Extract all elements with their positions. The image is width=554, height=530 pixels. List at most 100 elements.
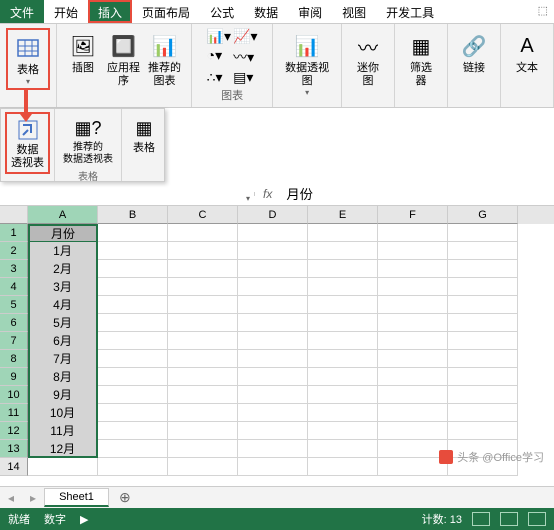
sparklines-button[interactable]: 〰 迷你图: [348, 28, 388, 90]
pivot-chart-button[interactable]: 📊 数据透视图 ▾: [279, 28, 335, 99]
cell[interactable]: [448, 296, 518, 314]
cell[interactable]: [448, 386, 518, 404]
cell[interactable]: 3月: [28, 278, 98, 296]
page-layout-view-button[interactable]: [500, 512, 518, 526]
row-header[interactable]: 8: [0, 350, 28, 368]
cell[interactable]: [308, 224, 378, 242]
row-header[interactable]: 3: [0, 260, 28, 278]
cell[interactable]: [98, 224, 168, 242]
cell[interactable]: [168, 296, 238, 314]
tab-home[interactable]: 开始: [44, 0, 88, 23]
col-header-f[interactable]: F: [378, 206, 448, 224]
cell[interactable]: [238, 404, 308, 422]
cell[interactable]: [448, 314, 518, 332]
sheet-nav-next[interactable]: ▸: [22, 491, 44, 505]
cell[interactable]: [448, 242, 518, 260]
row-header[interactable]: 7: [0, 332, 28, 350]
pictures-button[interactable]: 🖼 插图: [63, 28, 103, 90]
apps-button[interactable]: 🔲 应用程 序: [103, 28, 144, 90]
cell[interactable]: [168, 350, 238, 368]
cell[interactable]: [378, 278, 448, 296]
cell[interactable]: 10月: [28, 404, 98, 422]
cell[interactable]: [238, 368, 308, 386]
cell[interactable]: [168, 224, 238, 242]
cell[interactable]: [238, 260, 308, 278]
bar-chart-icon[interactable]: 📊▾: [207, 28, 231, 45]
tables-button[interactable]: 表格 ▾: [6, 28, 50, 90]
scatter-chart-icon[interactable]: ∴▾: [207, 69, 231, 86]
page-break-view-button[interactable]: [528, 512, 546, 526]
cell[interactable]: [98, 278, 168, 296]
tab-file[interactable]: 文件: [0, 0, 44, 23]
row-header[interactable]: 2: [0, 242, 28, 260]
col-header-c[interactable]: C: [168, 206, 238, 224]
sheet-tab[interactable]: Sheet1: [44, 488, 109, 507]
cell[interactable]: [238, 332, 308, 350]
cell[interactable]: [168, 260, 238, 278]
cell[interactable]: [308, 386, 378, 404]
row-header[interactable]: 4: [0, 278, 28, 296]
cell[interactable]: 11月: [28, 422, 98, 440]
cell[interactable]: [448, 224, 518, 242]
cell[interactable]: [98, 386, 168, 404]
cell[interactable]: [308, 368, 378, 386]
cell[interactable]: [308, 296, 378, 314]
cell[interactable]: [378, 350, 448, 368]
select-all-corner[interactable]: [0, 206, 28, 224]
cell[interactable]: [308, 260, 378, 278]
cell[interactable]: [238, 386, 308, 404]
cell[interactable]: [238, 242, 308, 260]
cell[interactable]: [378, 422, 448, 440]
cell[interactable]: [378, 296, 448, 314]
col-header-e[interactable]: E: [308, 206, 378, 224]
row-header[interactable]: 9: [0, 368, 28, 386]
cell[interactable]: [378, 314, 448, 332]
area-chart-icon[interactable]: 〰▾: [233, 47, 257, 67]
line-chart-icon[interactable]: 📈▾: [233, 28, 257, 45]
row-header[interactable]: 1: [0, 224, 28, 242]
cell[interactable]: [98, 404, 168, 422]
sheet-nav-prev[interactable]: ◂: [0, 491, 22, 505]
row-header[interactable]: 14: [0, 458, 28, 476]
cell[interactable]: [448, 332, 518, 350]
cell[interactable]: [168, 386, 238, 404]
cell[interactable]: [308, 278, 378, 296]
cell[interactable]: [308, 332, 378, 350]
row-header[interactable]: 13: [0, 440, 28, 458]
cell[interactable]: [168, 368, 238, 386]
cell[interactable]: 月份: [28, 224, 98, 242]
record-macro-icon[interactable]: ▶: [80, 513, 88, 526]
cell[interactable]: [168, 242, 238, 260]
text-button[interactable]: A 文本: [507, 28, 547, 77]
cell[interactable]: [98, 314, 168, 332]
cell[interactable]: 6月: [28, 332, 98, 350]
cell[interactable]: 12月: [28, 440, 98, 458]
tab-view[interactable]: 视图: [332, 0, 376, 23]
cell[interactable]: [98, 332, 168, 350]
cell[interactable]: 7月: [28, 350, 98, 368]
cell[interactable]: 1月: [28, 242, 98, 260]
cell[interactable]: [168, 332, 238, 350]
cell[interactable]: [98, 296, 168, 314]
tab-formula[interactable]: 公式: [200, 0, 244, 23]
cell[interactable]: [238, 314, 308, 332]
cell[interactable]: 2月: [28, 260, 98, 278]
cell[interactable]: [448, 260, 518, 278]
cell[interactable]: [168, 422, 238, 440]
cell[interactable]: [378, 332, 448, 350]
cell[interactable]: [168, 404, 238, 422]
cell[interactable]: 5月: [28, 314, 98, 332]
cell[interactable]: [98, 350, 168, 368]
cell[interactable]: [378, 224, 448, 242]
name-box[interactable]: ▾: [165, 192, 255, 196]
cell[interactable]: [98, 260, 168, 278]
recommended-charts-button[interactable]: 📊 推荐的 图表: [144, 28, 185, 90]
cell[interactable]: [448, 368, 518, 386]
cell[interactable]: [238, 422, 308, 440]
cell[interactable]: [448, 422, 518, 440]
cell[interactable]: [378, 440, 448, 458]
cell[interactable]: [308, 242, 378, 260]
col-header-g[interactable]: G: [448, 206, 518, 224]
cell[interactable]: [98, 422, 168, 440]
spreadsheet-grid[interactable]: A B C D E F G 1 月份 2 1月 3 2月 4 3月 5 4月 6…: [0, 206, 554, 486]
